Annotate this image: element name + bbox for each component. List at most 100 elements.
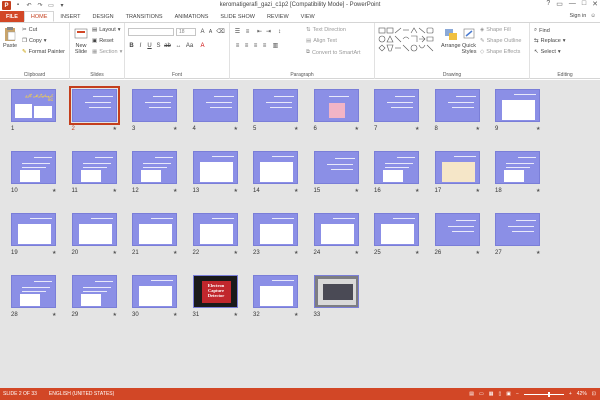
numbering-icon[interactable]: ≡	[244, 28, 251, 35]
slide-thumbnail[interactable]	[253, 275, 298, 308]
format-painter-button[interactable]: ✎ Format Painter	[22, 49, 65, 55]
animation-star-icon[interactable]: ★	[294, 188, 298, 194]
section-button[interactable]: ▦ Section ▾	[92, 49, 122, 55]
slide-thumbnail[interactable]	[11, 275, 56, 308]
slide-thumbnail[interactable]	[374, 89, 419, 122]
decrease-indent-icon[interactable]: ⇤	[256, 28, 263, 35]
tab-home[interactable]: HOME	[23, 11, 55, 22]
animation-star-icon[interactable]: ★	[415, 126, 419, 132]
slide-thumbnail[interactable]	[71, 275, 117, 308]
slide-thumbnail[interactable]	[11, 213, 56, 246]
animation-star-icon[interactable]: ★	[173, 126, 177, 132]
animation-star-icon[interactable]: ★	[415, 188, 419, 194]
slide-thumbnail[interactable]	[192, 151, 238, 184]
normal-view-icon[interactable]: ▭	[479, 391, 484, 397]
shape-fill-button[interactable]: ◈ Shape Fill	[480, 27, 511, 33]
animation-star-icon[interactable]: ★	[294, 250, 298, 256]
animation-star-icon[interactable]: ★	[294, 312, 298, 318]
animation-star-icon[interactable]: ★	[476, 250, 480, 256]
animation-star-icon[interactable]: ★	[113, 250, 117, 256]
slide-thumbnail[interactable]	[434, 213, 480, 246]
animation-star-icon[interactable]: ★	[536, 250, 540, 256]
zoom-slider[interactable]	[523, 391, 564, 397]
shadow-icon[interactable]: S	[155, 42, 162, 49]
align-right-icon[interactable]: ≡	[252, 42, 259, 49]
arrange-button[interactable]: Arrange	[441, 26, 461, 49]
slide-thumbnail[interactable]	[434, 89, 480, 122]
tab-view[interactable]: VIEW	[295, 11, 321, 22]
help-icon[interactable]: ?	[546, 0, 550, 8]
animation-star-icon[interactable]: ★	[355, 188, 359, 194]
slide-thumbnail[interactable]	[71, 151, 117, 184]
slide-thumbnail[interactable]	[71, 213, 117, 246]
find-button[interactable]: ⌕ Find	[534, 27, 550, 34]
tab-file[interactable]: FILE	[0, 11, 24, 22]
animation-star-icon[interactable]: ★	[415, 250, 419, 256]
select-button[interactable]: ↖ Select ▾	[534, 49, 561, 55]
shape-effects-button[interactable]: ◇ Shape Effects	[480, 49, 520, 55]
replace-button[interactable]: ⇆ Replace ▾	[534, 38, 566, 44]
layout-button[interactable]: ▤ Layout ▾	[92, 27, 120, 33]
slide-thumbnail[interactable]	[192, 213, 238, 246]
slide-thumbnail[interactable]	[68, 86, 120, 125]
animation-star-icon[interactable]: ★	[113, 312, 117, 318]
slide-thumbnail[interactable]	[313, 89, 359, 122]
notes-icon[interactable]: ▤	[469, 391, 474, 397]
slide-thumbnail[interactable]	[253, 89, 298, 122]
slide-thumbnail[interactable]	[374, 213, 419, 246]
char-spacing-icon[interactable]: ↔	[175, 42, 182, 49]
font-color-icon[interactable]: A	[199, 42, 206, 49]
grow-font-icon[interactable]: A	[199, 28, 206, 35]
ribbon-display-icon[interactable]: ▭	[556, 0, 563, 8]
slide-thumbnail[interactable]: کروماتوگرافی گازی GC	[11, 89, 56, 122]
align-left-icon[interactable]: ≡	[234, 42, 241, 49]
underline-icon[interactable]: U	[146, 42, 153, 49]
new-slide-button[interactable]: New Slide	[73, 26, 89, 55]
slide-thumbnail[interactable]	[495, 89, 540, 122]
slide-thumbnail[interactable]	[132, 89, 177, 122]
strikethrough-icon[interactable]: ab	[164, 42, 171, 49]
font-size-dropdown[interactable]: 18	[176, 28, 196, 36]
animation-star-icon[interactable]: ★	[52, 188, 56, 194]
zoom-level[interactable]: 42%	[577, 391, 587, 397]
animation-star-icon[interactable]: ★	[294, 126, 298, 132]
sorter-view-icon[interactable]: ▦	[489, 391, 494, 397]
fit-slide-icon[interactable]: ⊡	[592, 391, 596, 397]
signin-link[interactable]: Sign in	[570, 13, 587, 19]
reset-button[interactable]: ▣ Reset	[92, 38, 114, 44]
account-icon[interactable]: ☺	[590, 13, 596, 19]
animation-star-icon[interactable]: ★	[173, 250, 177, 256]
columns-icon[interactable]: ▥	[272, 42, 279, 49]
animation-star-icon[interactable]: ★	[536, 126, 540, 132]
slide-thumbnail[interactable]	[132, 275, 177, 308]
slide-thumbnail[interactable]	[434, 151, 480, 184]
animation-star-icon[interactable]: ★	[173, 312, 177, 318]
slide-thumbnail[interactable]	[495, 151, 540, 184]
slide-thumbnail[interactable]	[192, 89, 238, 122]
slide-thumbnail[interactable]	[374, 151, 419, 184]
animation-star-icon[interactable]: ★	[536, 188, 540, 194]
line-spacing-icon[interactable]: ↕	[276, 28, 283, 35]
animation-star-icon[interactable]: ★	[52, 312, 56, 318]
slide-thumbnail[interactable]	[253, 151, 298, 184]
justify-icon[interactable]: ≡	[261, 42, 268, 49]
convert-smartart-button[interactable]: ⧉ Convert to SmartArt	[306, 49, 361, 56]
shrink-font-icon[interactable]: A	[207, 28, 214, 35]
tab-transitions[interactable]: TRANSITIONS	[120, 11, 169, 22]
tab-animations[interactable]: ANIMATIONS	[169, 11, 215, 22]
slide-thumbnail[interactable]	[132, 213, 177, 246]
tab-insert[interactable]: INSERT	[54, 11, 86, 22]
align-text-button[interactable]: ▤ Align Text	[306, 38, 337, 44]
font-name-dropdown[interactable]	[128, 28, 174, 36]
slide-thumbnail[interactable]	[11, 151, 56, 184]
animation-star-icon[interactable]: ★	[234, 126, 238, 132]
animation-star-icon[interactable]: ★	[113, 126, 117, 132]
paste-button[interactable]: Paste	[3, 26, 17, 49]
slide-thumbnail[interactable]	[495, 213, 540, 246]
animation-star-icon[interactable]: ★	[52, 250, 56, 256]
slide-thumbnail[interactable]	[253, 213, 298, 246]
quick-styles-button[interactable]: Quick Styles	[461, 26, 477, 55]
language-indicator[interactable]: ENGLISH (UNITED STATES)	[49, 391, 114, 397]
animation-star-icon[interactable]: ★	[355, 126, 359, 132]
animation-star-icon[interactable]: ★	[476, 126, 480, 132]
